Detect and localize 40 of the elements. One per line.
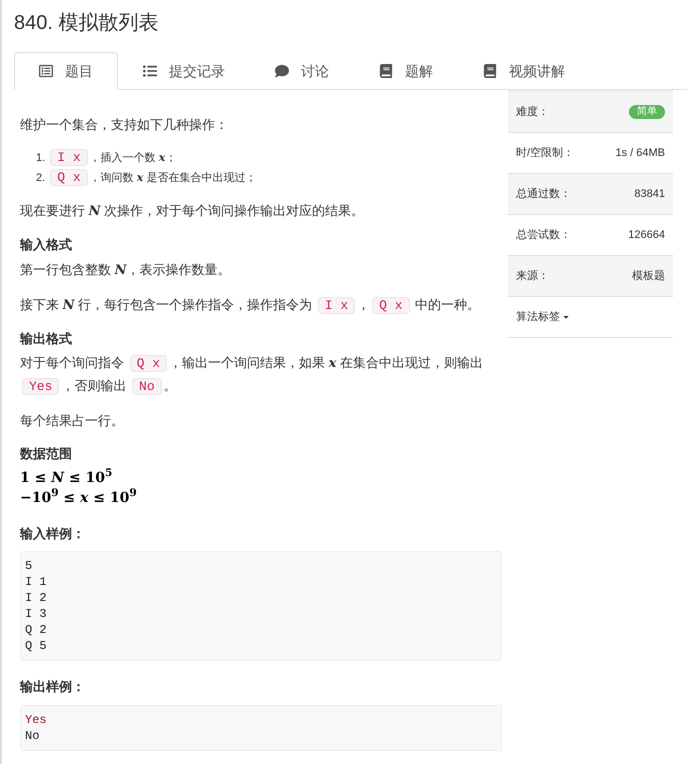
list-item: 1. I x ，插入一个数 x；	[36, 148, 178, 168]
tab[interactable]: 题解	[354, 52, 458, 90]
info-value: 83841	[634, 186, 665, 202]
paragraph: 现在要进行 N 次操作，对于每个询问操作输出对应的结果。	[20, 202, 366, 221]
paragraph: 每个结果占一行。	[20, 412, 125, 430]
tags-dropdown[interactable]: 算法标签	[516, 308, 570, 326]
info-label: 难度：	[516, 104, 549, 120]
speech-bubble-icon	[275, 64, 289, 78]
code-block: Yes No	[20, 704, 502, 750]
list-icon	[143, 64, 157, 78]
section-heading: 输入格式	[20, 236, 73, 254]
info-label: 总尝试数：	[516, 228, 571, 243]
paragraph: 对于每个询问指令 Q x ，输出一个询问结果，如果 x 在集合中出现过，则输出 Yes ，否则输出 No 。	[20, 354, 484, 397]
difficulty-badge: 简单	[629, 105, 665, 119]
tab[interactable]: 题目	[14, 52, 118, 90]
info-value: 126664	[628, 228, 665, 243]
section-heading: 输入样例：	[20, 524, 86, 542]
info-label: 总通过数：	[516, 186, 571, 202]
caret-icon	[562, 313, 570, 321]
info-value: 1s / 64MB	[615, 146, 665, 161]
section-heading: 数据范围	[20, 445, 73, 463]
info-label: 时/空限制：	[516, 146, 574, 161]
book-icon	[379, 64, 393, 78]
tab[interactable]: 讨论	[250, 52, 354, 90]
tab[interactable]: 视频讲解	[458, 52, 590, 90]
formula: −10$^{9}$ ≤ x ≤ 10$^{9}$	[20, 488, 137, 508]
paragraph: 维护一个集合，支持如下几种操作：	[20, 116, 229, 134]
paragraph: 第一行包含整数 N，表示操作数量。	[20, 260, 232, 280]
section-heading: 输出样例：	[20, 678, 86, 696]
book-icon	[483, 64, 497, 78]
problem-title: 840. 模拟散列表	[14, 11, 158, 36]
tab[interactable]: 提交记录	[118, 52, 250, 90]
info-label: 来源：	[516, 268, 549, 284]
paragraph: 接下来 N 行，每行包含一个操作指令，操作指令为 I x ， Q x 中的一种。	[20, 296, 482, 316]
formula: 1 ≤ N ≤ 10$^{5}$	[20, 468, 112, 488]
list-item: 2. Q x ，询问数 x 是否在集合中出现过；	[36, 168, 258, 188]
list-icon	[39, 64, 53, 78]
section-heading: 输出格式	[20, 330, 73, 348]
code-block: 5 I 1 I 2 I 3 Q 2 Q 5	[20, 551, 502, 661]
info-value: 模板题	[632, 268, 665, 284]
